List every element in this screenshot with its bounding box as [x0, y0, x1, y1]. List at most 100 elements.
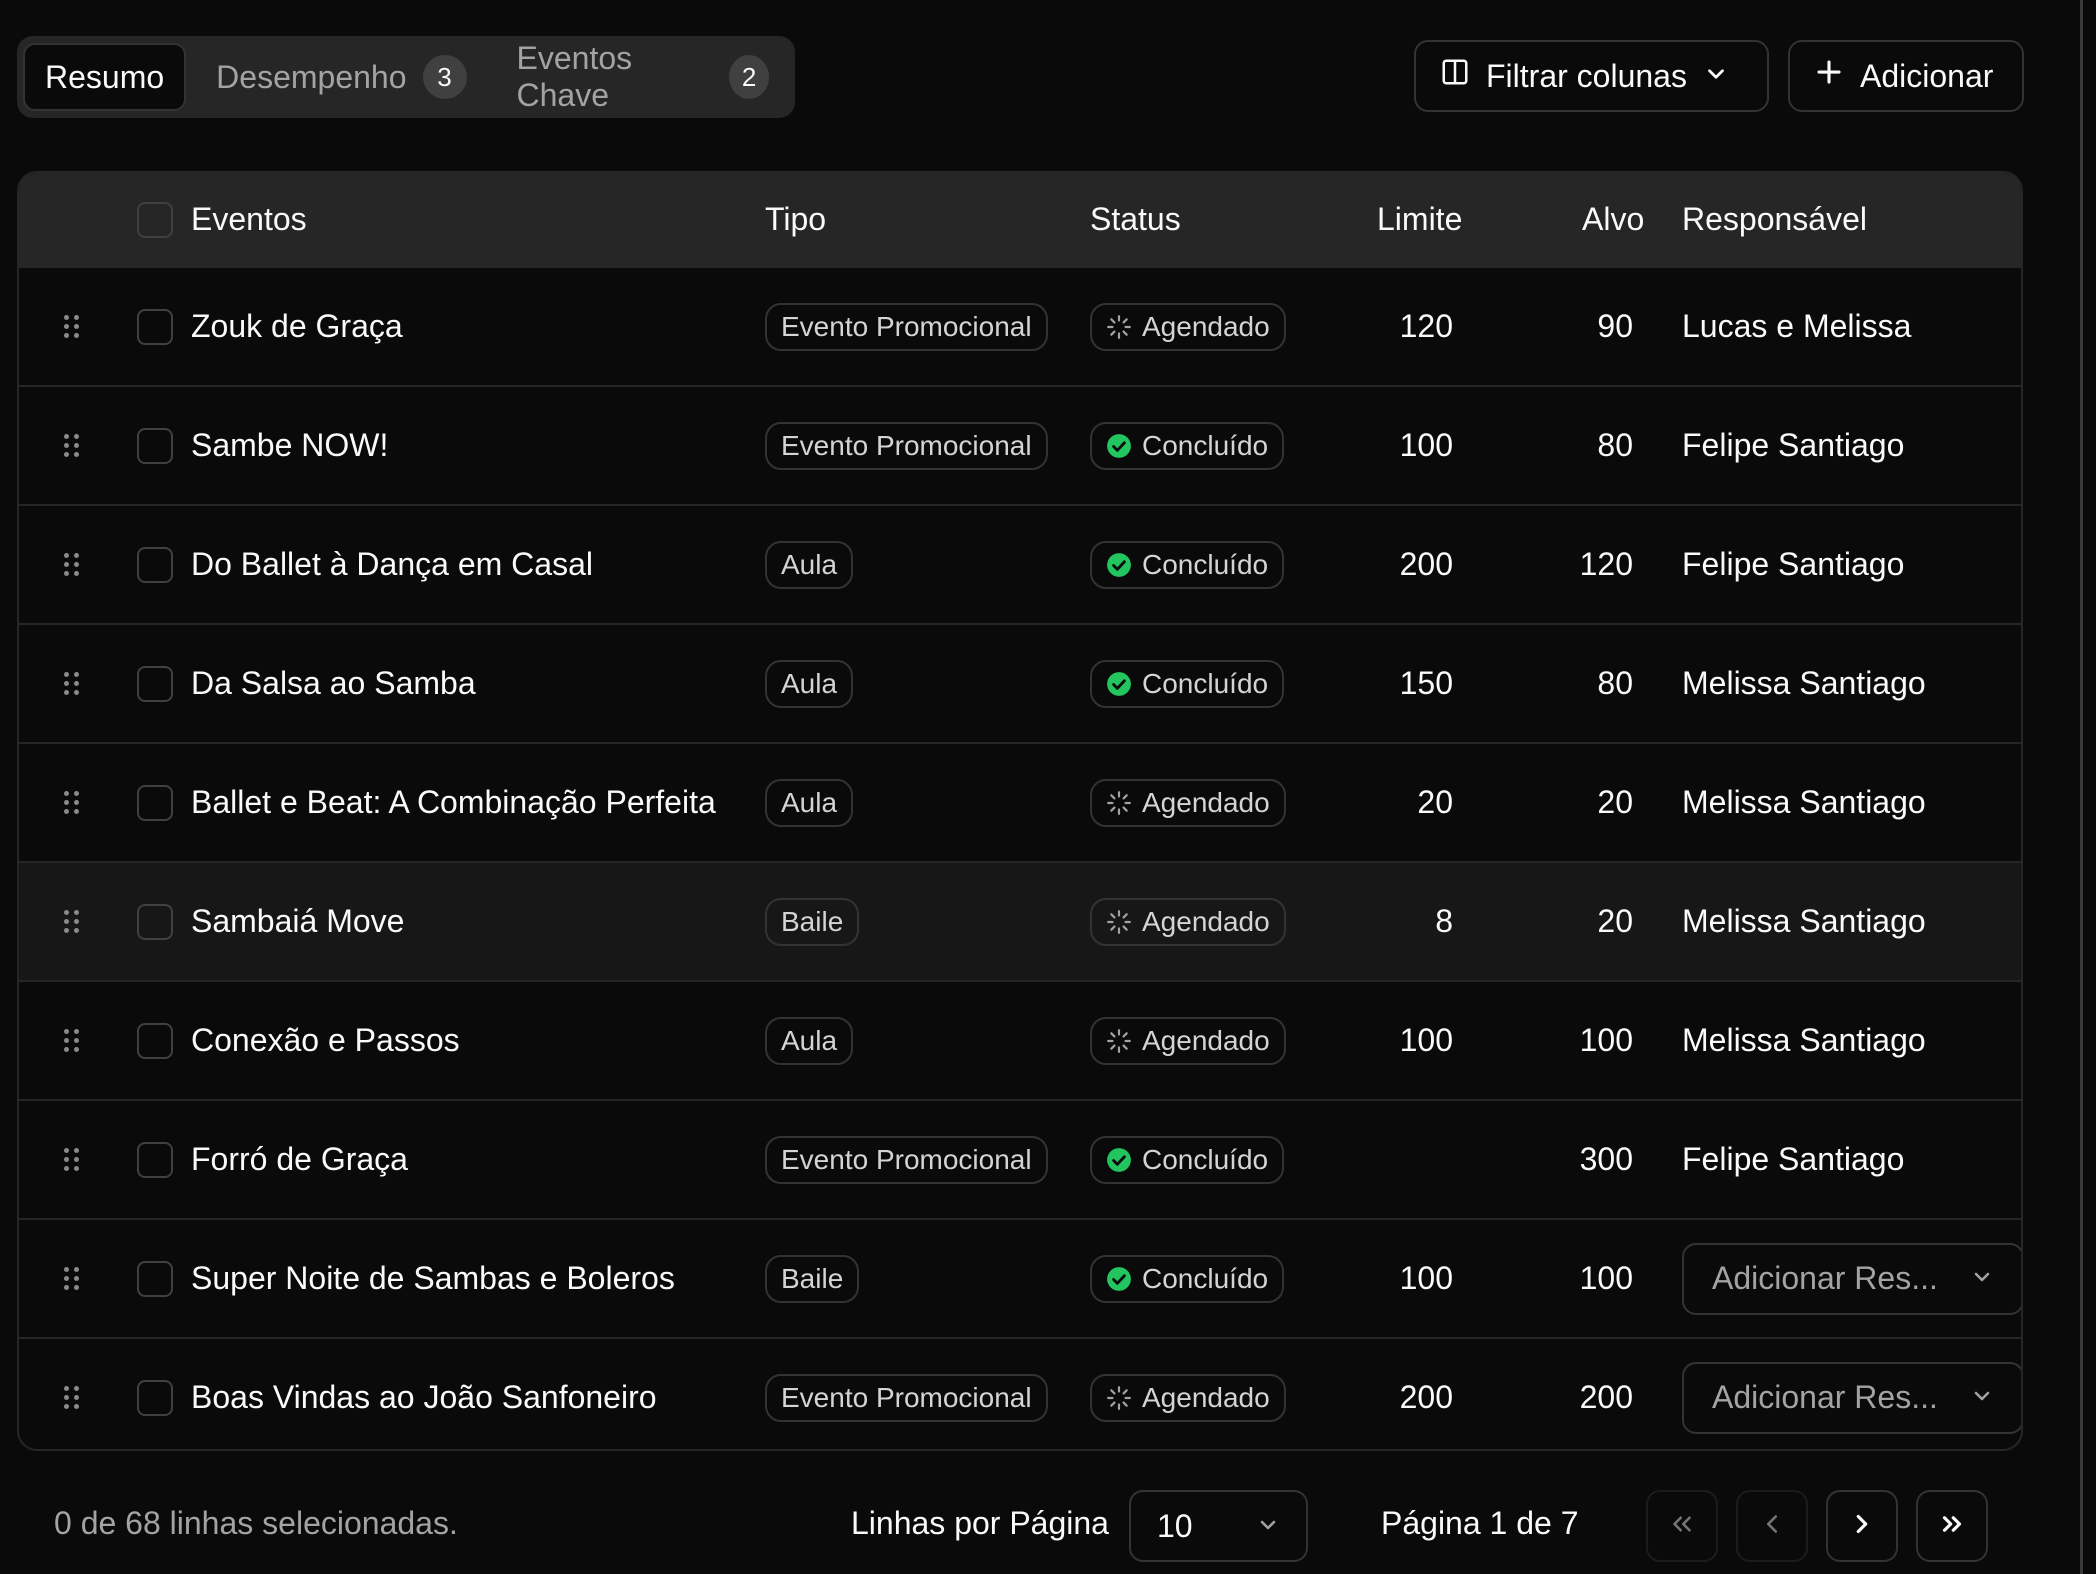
type-cell: Aula — [765, 506, 854, 623]
owner-select[interactable]: Adicionar Res... — [1682, 1361, 2021, 1434]
type-badge: Aula — [765, 659, 854, 708]
filter-columns-label: Filtrar colunas — [1486, 57, 1687, 94]
type-badge: Aula — [765, 540, 854, 589]
target-cell[interactable]: 80 — [1519, 387, 1633, 504]
table-row[interactable]: Boas Vindas ao João Sanfoneiro Evento Pro… — [19, 1337, 2021, 1449]
header-limite[interactable]: Limite — [1377, 173, 1462, 266]
target-cell[interactable]: 300 — [1519, 1101, 1633, 1218]
target-cell[interactable]: 20 — [1519, 863, 1633, 980]
status-cell: Agendado — [1090, 744, 1286, 861]
row-checkbox[interactable] — [137, 784, 173, 821]
select-all-checkbox[interactable] — [137, 201, 173, 238]
drag-handle[interactable] — [59, 506, 83, 623]
drag-handle[interactable] — [59, 268, 83, 385]
row-checkbox[interactable] — [137, 1022, 173, 1059]
limit-cell[interactable]: 100 — [1319, 982, 1453, 1099]
status-cell: Concluído — [1090, 387, 1285, 504]
header-status[interactable]: Status — [1090, 173, 1181, 266]
header-responsavel[interactable]: Responsável — [1682, 173, 1867, 266]
grip-vertical-icon — [63, 672, 79, 695]
target-cell[interactable]: 100 — [1519, 982, 1633, 1099]
drag-handle[interactable] — [59, 1220, 83, 1337]
status-label: Concluído — [1142, 1262, 1269, 1294]
drag-handle[interactable] — [59, 387, 83, 504]
row-checkbox[interactable] — [137, 1141, 173, 1178]
row-checkbox[interactable] — [137, 903, 173, 940]
table-row[interactable]: Zouk de Graça Evento Promocional Agendado 1… — [19, 266, 2021, 385]
window-edge — [2080, 0, 2083, 1574]
next-page-button[interactable] — [1826, 1490, 1898, 1562]
tab-desempenho[interactable]: Desempenho 3 — [196, 43, 486, 111]
drag-handle[interactable] — [59, 744, 83, 861]
check-circle-icon — [1106, 552, 1132, 578]
target-cell[interactable]: 200 — [1519, 1339, 1633, 1449]
tab-label: Resumo — [45, 58, 165, 95]
row-checkbox[interactable] — [137, 1379, 173, 1416]
header-tipo[interactable]: Tipo — [765, 173, 826, 266]
owner-cell: Adicionar Res... — [1682, 1220, 2021, 1337]
filter-columns-button[interactable]: Filtrar colunas — [1414, 40, 1769, 112]
status-label: Agendado — [1142, 310, 1270, 342]
limit-cell[interactable]: 8 — [1319, 863, 1453, 980]
owner-select[interactable]: Adicionar Res... — [1682, 1242, 2021, 1315]
table-row[interactable]: Forró de Graça Evento Promocional Concluíd… — [19, 1099, 2021, 1218]
status-badge: Agendado — [1090, 1373, 1286, 1422]
chevron-left-icon — [1757, 1509, 1787, 1544]
target-cell[interactable]: 80 — [1519, 625, 1633, 742]
row-checkbox[interactable] — [137, 665, 173, 702]
limit-cell[interactable]: 100 — [1319, 1220, 1453, 1337]
header-alvo[interactable]: Alvo — [1582, 173, 1644, 266]
tab-eventos-chave[interactable]: Eventos Chave 2 — [497, 40, 790, 113]
table-row[interactable]: Ballet e Beat: A Combinação Perfeita Aula… — [19, 742, 2021, 861]
event-name[interactable]: Da Salsa ao Samba — [191, 625, 476, 742]
event-name[interactable]: Sambaiá Move — [191, 863, 404, 980]
target-cell[interactable]: 100 — [1519, 1220, 1633, 1337]
event-name[interactable]: Zouk de Graça — [191, 268, 403, 385]
table-row[interactable]: Do Ballet à Dança em Casal Aula Concluído 2… — [19, 504, 2021, 623]
events-table: Eventos Tipo Status Limite Alvo Responsá… — [17, 171, 2023, 1451]
event-name[interactable]: Ballet e Beat: A Combinação Perfeita — [191, 744, 716, 861]
drag-handle[interactable] — [59, 1101, 83, 1218]
limit-cell[interactable]: 200 — [1319, 506, 1453, 623]
limit-cell[interactable]: 200 — [1319, 1339, 1453, 1449]
event-name[interactable]: Super Noite de Sambas e Boleros — [191, 1220, 675, 1337]
first-page-button[interactable] — [1646, 1490, 1718, 1562]
row-checkbox[interactable] — [137, 1260, 173, 1297]
drag-handle[interactable] — [59, 982, 83, 1099]
header-eventos[interactable]: Eventos — [191, 173, 307, 266]
type-cell: Baile — [765, 1220, 860, 1337]
limit-cell[interactable] — [1319, 1101, 1453, 1218]
row-checkbox[interactable] — [137, 546, 173, 583]
limit-cell[interactable]: 20 — [1319, 744, 1453, 861]
row-checkbox[interactable] — [137, 427, 173, 464]
target-cell[interactable]: 90 — [1519, 268, 1633, 385]
row-select-cell — [137, 625, 173, 742]
drag-handle[interactable] — [59, 625, 83, 742]
table-row[interactable]: Sambaiá Move Baile Agendado 8 20 Melissa Sant… — [19, 861, 2021, 980]
drag-handle[interactable] — [59, 1339, 83, 1449]
event-name[interactable]: Boas Vindas ao João Sanfoneiro — [191, 1339, 657, 1449]
last-page-button[interactable] — [1916, 1490, 1988, 1562]
limit-cell[interactable]: 120 — [1319, 268, 1453, 385]
target-cell[interactable]: 20 — [1519, 744, 1633, 861]
table-row[interactable]: Super Noite de Sambas e Boleros Baile Conc… — [19, 1218, 2021, 1337]
event-name[interactable]: Sambe NOW! — [191, 387, 388, 504]
loader-icon — [1106, 909, 1132, 935]
row-checkbox[interactable] — [137, 308, 173, 345]
owner-cell: Lucas e Melissa — [1682, 308, 1912, 344]
event-name[interactable]: Conexão e Passos — [191, 982, 460, 1099]
limit-cell[interactable]: 100 — [1319, 387, 1453, 504]
target-cell[interactable]: 120 — [1519, 506, 1633, 623]
previous-page-button[interactable] — [1736, 1490, 1808, 1562]
plus-icon — [1814, 57, 1844, 95]
table-row[interactable]: Sambe NOW! Evento Promocional Concluído 100… — [19, 385, 2021, 504]
event-name[interactable]: Forró de Graça — [191, 1101, 408, 1218]
tab-resumo[interactable]: Resumo — [23, 43, 187, 111]
limit-cell[interactable]: 150 — [1319, 625, 1453, 742]
drag-handle[interactable] — [59, 863, 83, 980]
table-row[interactable]: Conexão e Passos Aula Agendado 100 100 Meliss… — [19, 980, 2021, 1099]
rows-per-page-select[interactable]: 10 — [1129, 1490, 1308, 1562]
add-button[interactable]: Adicionar — [1788, 40, 2024, 112]
table-row[interactable]: Da Salsa ao Samba Aula Concluído 150 80 Melis… — [19, 623, 2021, 742]
event-name[interactable]: Do Ballet à Dança em Casal — [191, 506, 593, 623]
